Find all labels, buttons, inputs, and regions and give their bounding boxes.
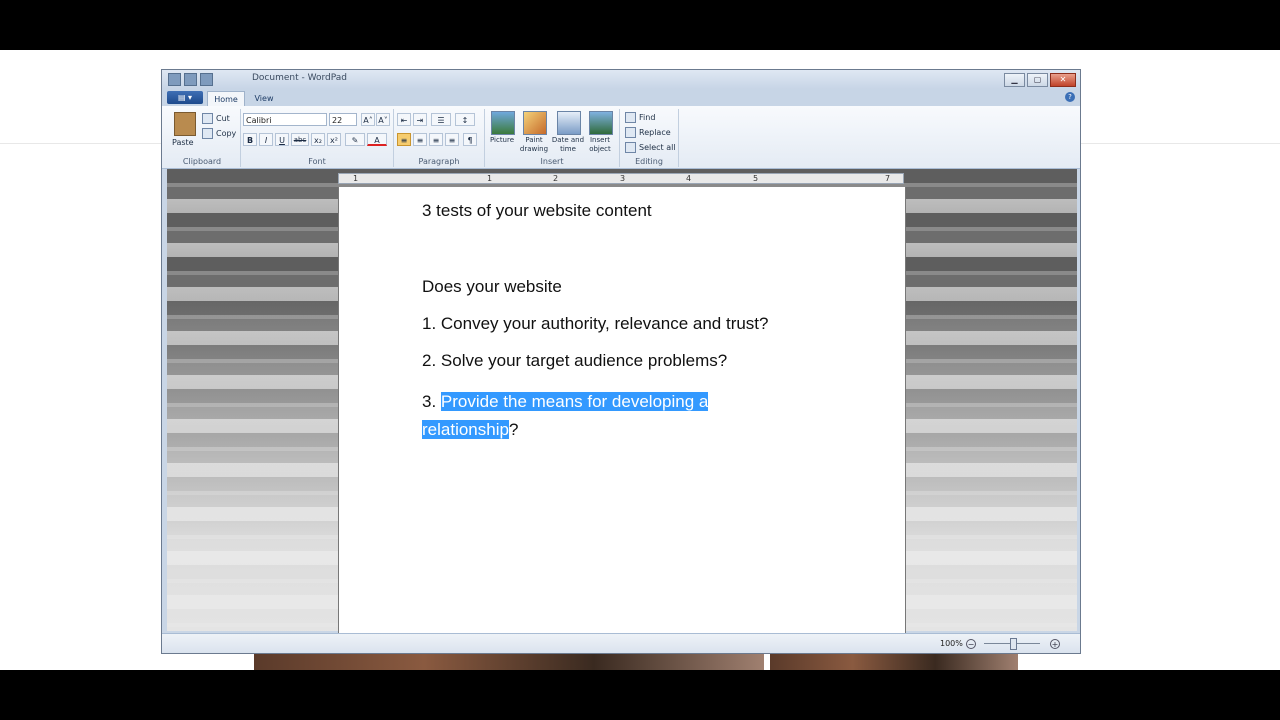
font-family-select[interactable]: Calibri bbox=[243, 113, 327, 126]
ruler-mark: 3 bbox=[620, 174, 626, 183]
font-group: Calibri 22 A˄ A˅ B I U abc x₂ x² ✎ A Fon… bbox=[241, 109, 394, 167]
bullets-button[interactable]: ☰ bbox=[431, 113, 451, 126]
paragraph-group: ⇤ ⇥ ☰ ↕ ≡ ≡ ≡ ≡ ¶ Paragraph bbox=[394, 109, 485, 167]
text-color-button[interactable]: A bbox=[367, 133, 387, 146]
shrink-font-button[interactable]: A˅ bbox=[376, 113, 390, 126]
align-center-button[interactable]: ≡ bbox=[413, 133, 427, 146]
editing-group: Find Replace Select all Editing bbox=[620, 109, 679, 167]
copy-button[interactable]: Copy bbox=[202, 128, 236, 139]
bold-button[interactable]: B bbox=[243, 133, 257, 146]
grow-font-button[interactable]: A˄ bbox=[361, 113, 375, 126]
clipboard-group: Paste Cut Copy Clipboard bbox=[164, 109, 241, 167]
selected-text[interactable]: Provide the means for developing a relat… bbox=[422, 392, 709, 439]
zoom-out-button[interactable]: − bbox=[966, 639, 976, 649]
ruler-mark: 2 bbox=[553, 174, 559, 183]
align-right-button[interactable]: ≡ bbox=[429, 133, 443, 146]
cut-button[interactable]: Cut bbox=[202, 113, 230, 124]
zoom-level: 100% bbox=[940, 639, 963, 648]
editing-group-label: Editing bbox=[635, 157, 663, 166]
font-size-select[interactable]: 22 bbox=[329, 113, 357, 126]
ruler-mark: 5 bbox=[753, 174, 759, 183]
desktop-background: Document - WordPad ▁ ▢ ✕ ▤ ▾ Home View ?… bbox=[0, 50, 1280, 670]
application-menu-button[interactable]: ▤ ▾ bbox=[167, 91, 203, 104]
paint-drawing-icon[interactable] bbox=[523, 111, 547, 135]
insert-object-button[interactable]: Insert object bbox=[583, 136, 617, 154]
document-text[interactable]: 3 tests of your website content Does you… bbox=[422, 201, 822, 444]
paragraph-group-label: Paragraph bbox=[418, 157, 460, 166]
wordpad-window: Document - WordPad ▁ ▢ ✕ ▤ ▾ Home View ?… bbox=[161, 69, 1081, 654]
help-icon[interactable]: ? bbox=[1065, 92, 1075, 102]
paste-icon[interactable] bbox=[174, 112, 196, 136]
background-photo bbox=[254, 654, 764, 670]
cut-label: Cut bbox=[216, 114, 230, 123]
title-bar: Document - WordPad ▁ ▢ ✕ bbox=[162, 70, 1080, 89]
save-icon[interactable] bbox=[168, 73, 181, 86]
quick-access-toolbar bbox=[168, 73, 213, 86]
paste-button[interactable]: Paste bbox=[172, 138, 194, 147]
horizontal-ruler[interactable]: 1 1 2 3 4 5 7 bbox=[338, 173, 904, 184]
select-all-button[interactable]: Select all bbox=[625, 142, 676, 153]
clipboard-group-label: Clipboard bbox=[182, 157, 222, 166]
ruler-mark: 4 bbox=[686, 174, 692, 183]
document-line[interactable]: 2. Solve your target audience problems? bbox=[422, 351, 822, 371]
maximize-button[interactable]: ▢ bbox=[1027, 73, 1048, 87]
document-line-selected[interactable]: 3. Provide the means for developing a re… bbox=[422, 388, 742, 444]
copy-icon bbox=[202, 128, 213, 139]
zoom-slider-thumb[interactable] bbox=[1010, 638, 1017, 650]
align-left-button[interactable]: ≡ bbox=[397, 133, 411, 146]
ruler-mark: 7 bbox=[885, 174, 891, 183]
picture-icon[interactable] bbox=[491, 111, 515, 135]
copy-label: Copy bbox=[216, 129, 237, 138]
tab-home[interactable]: Home bbox=[207, 91, 245, 106]
replace-label: Replace bbox=[639, 128, 671, 137]
document-page[interactable]: 3 tests of your website content Does you… bbox=[338, 187, 906, 633]
document-heading[interactable]: 3 tests of your website content bbox=[422, 201, 822, 221]
ribbon-tabs: ▤ ▾ Home View ? bbox=[162, 89, 1080, 106]
find-label: Find bbox=[639, 113, 656, 122]
subscript-button[interactable]: x₂ bbox=[311, 133, 325, 146]
window-controls: ▁ ▢ ✕ bbox=[1004, 73, 1076, 87]
insert-group-label: Insert bbox=[540, 157, 564, 166]
highlight-color-button[interactable]: ✎ bbox=[345, 133, 365, 146]
calendar-clock-icon[interactable] bbox=[557, 111, 581, 135]
select-all-label: Select all bbox=[639, 143, 676, 152]
picture-button[interactable]: Picture bbox=[485, 136, 519, 145]
item-suffix: ? bbox=[508, 420, 519, 439]
document-line[interactable]: Does your website bbox=[422, 277, 822, 297]
redo-icon[interactable] bbox=[200, 73, 213, 86]
status-bar: 100% − + bbox=[162, 633, 1080, 653]
window-title: Document - WordPad bbox=[252, 73, 347, 83]
justify-button[interactable]: ≡ bbox=[445, 133, 459, 146]
insert-object-icon[interactable] bbox=[589, 111, 613, 135]
strikethrough-button[interactable]: abc bbox=[291, 133, 309, 146]
scissors-icon bbox=[202, 113, 213, 124]
superscript-button[interactable]: x² bbox=[327, 133, 341, 146]
replace-button[interactable]: Replace bbox=[625, 127, 671, 138]
paint-drawing-button[interactable]: Paint drawing bbox=[517, 136, 551, 154]
select-all-icon bbox=[625, 142, 636, 153]
document-line[interactable]: 1. Convey your authority, relevance and … bbox=[422, 314, 822, 334]
ruler-mark: 1 bbox=[487, 174, 493, 183]
find-button[interactable]: Find bbox=[625, 112, 655, 123]
close-button[interactable]: ✕ bbox=[1050, 73, 1076, 87]
insert-group: Picture Paint drawing Date and time Inse… bbox=[485, 109, 620, 167]
zoom-in-button[interactable]: + bbox=[1050, 639, 1060, 649]
italic-button[interactable]: I bbox=[259, 133, 273, 146]
undo-icon[interactable] bbox=[184, 73, 197, 86]
binoculars-icon bbox=[625, 112, 636, 123]
tab-view[interactable]: View bbox=[250, 91, 278, 106]
underline-button[interactable]: U bbox=[275, 133, 289, 146]
line-spacing-button[interactable]: ↕ bbox=[455, 113, 475, 126]
ribbon: Paste Cut Copy Clipboard Calibri 22 A˄ A… bbox=[162, 106, 1080, 169]
item-number: 3. bbox=[422, 392, 441, 411]
font-group-label: Font bbox=[308, 157, 326, 166]
background-photo bbox=[770, 654, 1018, 670]
increase-indent-button[interactable]: ⇥ bbox=[413, 113, 427, 126]
decrease-indent-button[interactable]: ⇤ bbox=[397, 113, 411, 126]
date-time-button[interactable]: Date and time bbox=[551, 136, 585, 154]
replace-icon bbox=[625, 127, 636, 138]
ruler-mark: 1 bbox=[353, 174, 359, 183]
minimize-button[interactable]: ▁ bbox=[1004, 73, 1025, 87]
paragraph-settings-button[interactable]: ¶ bbox=[463, 133, 477, 146]
